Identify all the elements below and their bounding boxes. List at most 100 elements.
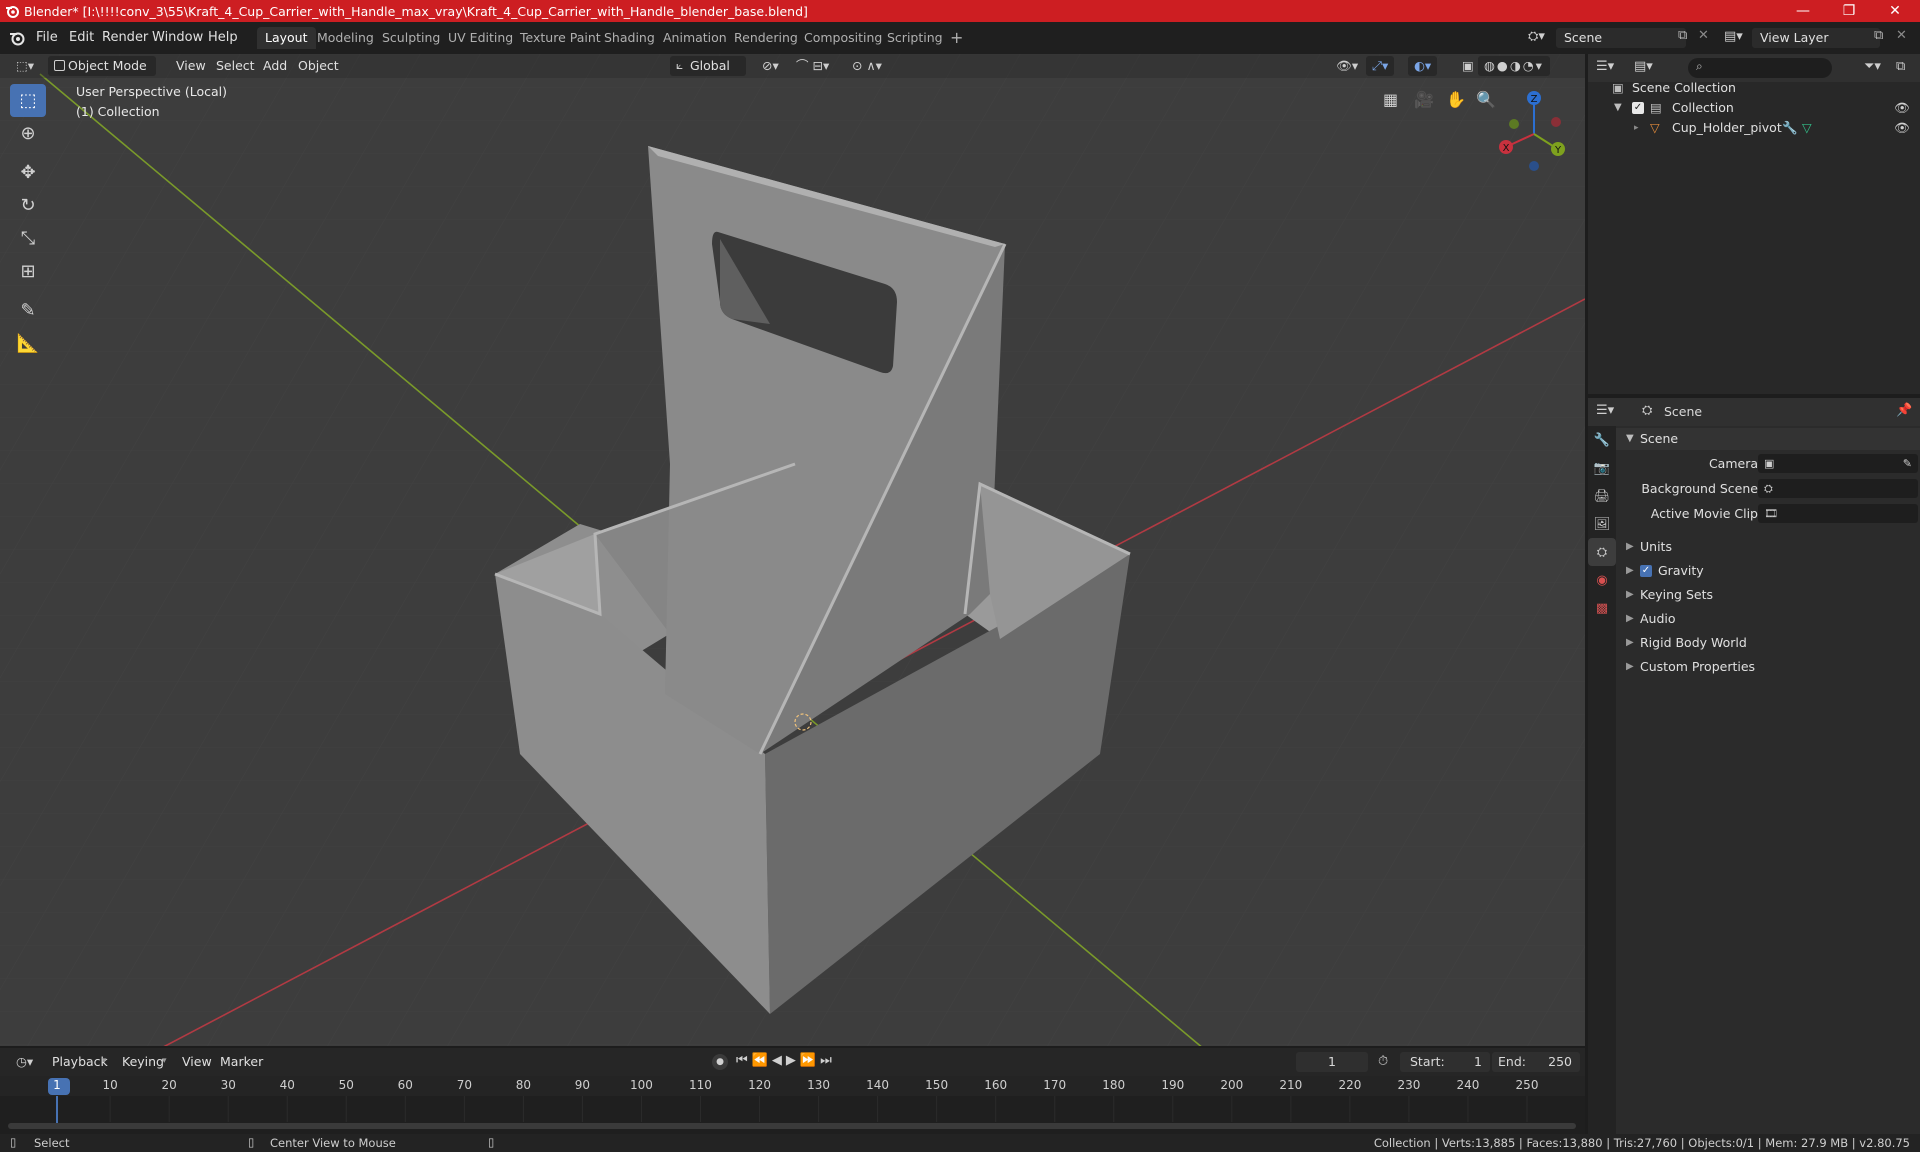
world-tab-icon[interactable]: ◉: [1588, 566, 1616, 594]
scene-selector[interactable]: Scene: [1556, 28, 1686, 48]
minimize-button[interactable]: —: [1780, 0, 1826, 22]
transform-tool-icon[interactable]: ⊞: [10, 255, 46, 288]
current-frame-field[interactable]: 1: [1296, 1052, 1368, 1072]
active-movie-clip-field[interactable]: 🎞: [1758, 504, 1918, 523]
toggle-perspective-icon[interactable]: ▦: [1383, 90, 1398, 109]
camera-field[interactable]: ▣ ✎: [1758, 454, 1918, 473]
filter-icon[interactable]: ⏷▾: [1864, 59, 1881, 74]
proportional-editing-icon[interactable]: ⊙ ∧▾: [846, 56, 888, 76]
snap-icon[interactable]: ⌒ ⊟▾: [790, 56, 835, 76]
new-scene-icon[interactable]: ⧉: [1678, 28, 1687, 43]
menu-help[interactable]: Help: [202, 28, 244, 48]
tab-layout[interactable]: Layout: [257, 27, 316, 49]
collection-checkbox[interactable]: ✓: [1632, 102, 1644, 114]
timeline-track-area[interactable]: [0, 1096, 1585, 1134]
modifier-icon[interactable]: 🔧: [1782, 118, 1798, 138]
pan-view-icon[interactable]: ✋: [1446, 90, 1466, 109]
tab-animation[interactable]: Animation: [655, 27, 735, 49]
scene-icon[interactable]: ⛭▾: [1528, 29, 1545, 44]
overlay-toggle-icon[interactable]: ◐▾: [1408, 56, 1438, 76]
rigid-body-world-section[interactable]: ▶ Rigid Body World: [1618, 632, 1918, 654]
view-layer-icon[interactable]: ▤▾: [1724, 29, 1743, 44]
measure-tool-icon[interactable]: 📐: [10, 327, 46, 360]
move-tool-icon[interactable]: ✥: [10, 156, 46, 189]
new-view-layer-icon[interactable]: ⧉: [1874, 28, 1883, 43]
tab-texture-paint[interactable]: Texture Paint: [512, 27, 609, 49]
tab-rendering[interactable]: Rendering: [726, 27, 806, 49]
pivot-point-icon[interactable]: ⊘▾: [756, 56, 785, 76]
menu-marker[interactable]: Marker: [214, 1052, 269, 1072]
3d-viewport[interactable]: ⬚▾ Object Mode View Select Add Object Gl…: [0, 54, 1585, 1046]
close-button[interactable]: ✕: [1872, 0, 1918, 22]
expand-collection-icon[interactable]: ▼: [1614, 98, 1622, 118]
tab-uv-editing[interactable]: UV Editing: [440, 27, 521, 49]
expand-object-icon[interactable]: ▸: [1634, 118, 1639, 138]
scene-tab-icon[interactable]: ⛭: [1588, 538, 1616, 566]
menu-select[interactable]: Select: [210, 56, 261, 76]
use-preview-range-icon[interactable]: ⏱: [1378, 1054, 1388, 1069]
background-scene-field[interactable]: ⛭: [1758, 479, 1918, 498]
gravity-section[interactable]: ▶ ✓ Gravity: [1618, 560, 1918, 582]
display-mode-icon[interactable]: ▤▾: [1634, 59, 1653, 74]
menu-object[interactable]: Object: [292, 56, 345, 76]
tab-modeling[interactable]: Modeling: [309, 27, 382, 49]
tab-sculpting[interactable]: Sculpting: [374, 27, 448, 49]
tree-row-scene-collection[interactable]: ▣ Scene Collection: [1588, 78, 1920, 98]
menu-add[interactable]: Add: [257, 56, 293, 76]
rotate-tool-icon[interactable]: ↻: [10, 189, 46, 222]
camera-view-icon[interactable]: 🎥: [1414, 90, 1434, 109]
output-tab-icon[interactable]: 🖨: [1588, 482, 1616, 510]
start-frame-field[interactable]: Start: 1: [1400, 1052, 1490, 1072]
cursor-tool-icon[interactable]: ⊕: [10, 117, 46, 150]
editor-type-icon[interactable]: ⬚▾: [10, 56, 40, 76]
tab-compositing[interactable]: Compositing: [796, 27, 890, 49]
shading-mode-icons[interactable]: ◍●◑◔▾: [1478, 56, 1550, 76]
outliner-editor-type-icon[interactable]: ☰▾: [1596, 59, 1614, 74]
gravity-checkbox[interactable]: ✓: [1640, 565, 1652, 577]
menu-file[interactable]: File: [30, 28, 64, 48]
scene-panel-header[interactable]: ▼ Scene: [1616, 428, 1920, 450]
timeline-ruler[interactable]: 1 10 20 30 40 50 60 70 80 90 100 110 120 130 140 150 160…: [0, 1076, 1585, 1096]
audio-section[interactable]: ▶ Audio: [1618, 608, 1918, 630]
tab-shading[interactable]: Shading: [596, 27, 663, 49]
units-section[interactable]: ▶ Units: [1618, 536, 1918, 558]
end-frame-field[interactable]: End: 250: [1492, 1052, 1580, 1072]
keying-sets-section[interactable]: ▶ Keying Sets: [1618, 584, 1918, 606]
properties-editor-type-icon[interactable]: ☰▾: [1596, 403, 1614, 418]
gizmo-toggle-icon[interactable]: ⤢▾: [1366, 56, 1395, 76]
maximize-button[interactable]: ❐: [1826, 0, 1872, 22]
remove-view-layer-icon[interactable]: ✕: [1896, 28, 1907, 43]
object-visibility-icon[interactable]: 👁: [1894, 118, 1910, 138]
view-layer-tab-icon[interactable]: 🖼: [1588, 510, 1616, 538]
add-workspace-button[interactable]: +: [942, 27, 971, 49]
timeline-editor-type-icon[interactable]: ◷▾: [10, 1052, 39, 1072]
new-collection-icon[interactable]: ⧉: [1896, 59, 1905, 74]
outliner-search-input[interactable]: ⌕: [1688, 58, 1832, 78]
select-box-tool-icon[interactable]: ⬚: [10, 84, 46, 117]
custom-properties-section[interactable]: ▶ Custom Properties: [1618, 656, 1918, 678]
render-tab-icon[interactable]: 📷: [1588, 454, 1616, 482]
menu-view[interactable]: View: [170, 56, 212, 76]
pin-icon[interactable]: 📌: [1896, 403, 1912, 418]
zoom-view-icon[interactable]: 🔍: [1476, 90, 1496, 109]
record-button-icon[interactable]: ●: [712, 1054, 728, 1070]
mesh-data-icon[interactable]: ▽: [1802, 118, 1812, 138]
annotate-tool-icon[interactable]: ✎: [10, 294, 46, 327]
timeline-scrollbar[interactable]: [8, 1123, 1576, 1129]
visibility-icon[interactable]: 👁▾: [1330, 56, 1364, 76]
texture-tab-icon[interactable]: ▩: [1588, 594, 1616, 622]
navigation-gizmo[interactable]: Z X Y: [1494, 84, 1574, 184]
tab-scripting[interactable]: Scripting: [879, 27, 951, 49]
menu-timeline-view[interactable]: View: [176, 1052, 218, 1072]
collection-visibility-icon[interactable]: 👁: [1894, 98, 1910, 118]
tool-tab-icon[interactable]: 🔧: [1588, 426, 1616, 454]
tree-row-cup-holder-pivot[interactable]: ▸ ▽ Cup_Holder_pivot 🔧 ▽ 👁: [1588, 118, 1920, 138]
playback-controls-icons[interactable]: ⏮⏪◀▶⏩⏭: [736, 1053, 836, 1068]
tree-row-collection[interactable]: ▼ ✓ ▤ Collection 👁: [1588, 98, 1920, 118]
xray-icon[interactable]: ▣: [1456, 56, 1480, 76]
menu-edit[interactable]: Edit: [63, 28, 100, 48]
remove-scene-icon[interactable]: ✕: [1698, 28, 1709, 43]
scale-tool-icon[interactable]: ⤡: [10, 222, 46, 255]
eyedropper-icon[interactable]: ✎: [1903, 454, 1912, 473]
menu-window[interactable]: Window: [146, 28, 209, 48]
